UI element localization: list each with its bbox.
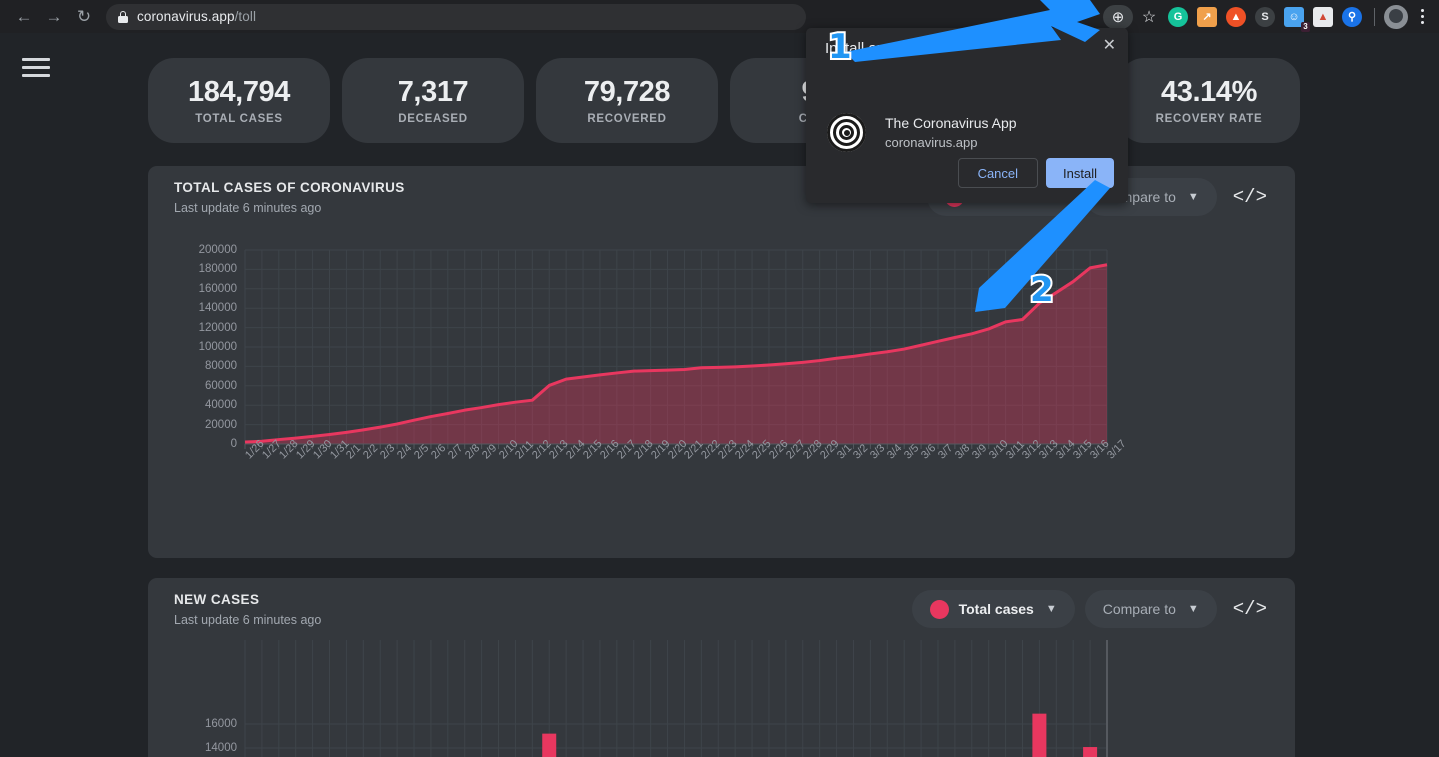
browser-actions: ⊕ ☆ G ↗ ▲ S ☺ 3 ▲ ⚲ [1103, 0, 1439, 33]
drive-extension-icon[interactable]: ▲ [1313, 6, 1333, 27]
chevron-down-icon: ▼ [1187, 191, 1199, 203]
navigation-buttons: ← → ↻ [0, 3, 98, 31]
stat-card-recovery-rate[interactable]: 43.14% RECOVERY RATE [1118, 58, 1300, 143]
y-axis-tick-label: 20000 [205, 418, 237, 431]
panel-total-cases: TOTAL CASES OF CORONAVIRUS Last update 6… [148, 166, 1295, 558]
profile-avatar[interactable] [1384, 4, 1408, 29]
search-extension-icon[interactable]: ⚲ [1342, 6, 1362, 27]
panel-header: NEW CASES Last update 6 minutes ago Tota… [148, 578, 1295, 640]
stat-value: 7,317 [397, 76, 469, 108]
annotation-number-2: 2 [1028, 268, 1056, 312]
stat-value: 184,794 [187, 76, 291, 108]
panel-new-cases: NEW CASES Last update 6 minutes ago Tota… [148, 578, 1295, 757]
url-path: /toll [234, 9, 257, 24]
install-button[interactable]: Install [1046, 158, 1114, 188]
page-content: 184,794 TOTAL CASES 7,317 DECEASED 79,72… [0, 33, 1439, 757]
stat-label: RECOVERY RATE [1155, 113, 1263, 125]
extension-badge-count: 3 [1301, 21, 1310, 32]
new-cases-chart[interactable]: 120001400016000 [148, 640, 1295, 757]
lock-icon [118, 10, 128, 23]
stat-value: 79,728 [583, 76, 671, 108]
series-color-dot [929, 599, 949, 619]
y-axis-tick-label: 140000 [198, 302, 237, 315]
y-axis-tick-label: 40000 [205, 399, 237, 412]
series-label: Total cases [958, 601, 1034, 617]
stat-card-total-cases[interactable]: 184,794 TOTAL CASES [148, 58, 330, 143]
y-axis-tick-label: 120000 [198, 321, 237, 334]
total-cases-chart[interactable]: 0 20000 40000 60000 80000 100000 120000 140000 1… [148, 228, 1295, 558]
chart-extension-icon[interactable]: ↗ [1197, 6, 1217, 27]
stat-card-recovered[interactable]: 79,728 RECOVERED [536, 58, 718, 143]
compare-label: Compare to [1102, 601, 1176, 617]
panel-title: TOTAL CASES OF CORONAVIRUS [174, 180, 405, 195]
annotation-label: 1 [826, 25, 854, 69]
panel-controls: Total cases ▼ Compare to ▼ </> [911, 590, 1273, 628]
stat-label: DECEASED [398, 113, 468, 125]
stat-card-deceased[interactable]: 7,317 DECEASED [342, 58, 524, 143]
dialog-app-name: The Coronavirus App [885, 115, 1017, 131]
flame-extension-icon[interactable]: ▲ [1226, 6, 1246, 27]
forward-icon[interactable]: → [40, 3, 68, 31]
ghost-extension-icon[interactable]: ☺ 3 [1284, 6, 1310, 32]
bookmark-star-icon[interactable]: ☆ [1136, 4, 1162, 30]
stat-label: TOTAL CASES [195, 113, 283, 125]
url-text: coronavirus.app/toll [137, 9, 256, 24]
grammarly-extension-icon[interactable]: G [1168, 6, 1188, 27]
toolbar-divider [1374, 7, 1375, 26]
y-axis-tick-label: 180000 [198, 263, 237, 276]
cancel-button[interactable]: Cancel [957, 158, 1039, 188]
y-axis-tick-label: 160000 [198, 282, 237, 295]
s-extension-icon[interactable]: S [1255, 6, 1275, 27]
chrome-menu-icon[interactable] [1411, 9, 1433, 24]
y-axis-tick-label: 16000 [205, 718, 237, 730]
annotation-label: 2 [1028, 268, 1056, 312]
install-app-icon[interactable]: ⊕ [1103, 4, 1133, 29]
browser-toolbar: ← → ↻ coronavirus.app/toll ⊕ ☆ G ↗ ▲ S ☺… [0, 0, 1439, 33]
coronavirus-app-icon [827, 113, 866, 152]
y-axis-tick-label: 0 [230, 438, 237, 450]
panel-subtitle: Last update 6 minutes ago [174, 201, 322, 215]
chevron-down-icon: ▼ [1045, 603, 1057, 615]
series-selector[interactable]: Total cases ▼ [911, 590, 1075, 628]
panel-title: NEW CASES [174, 592, 260, 607]
y-axis-tick-label: 14000 [205, 742, 237, 754]
chevron-down-icon: ▼ [1187, 603, 1199, 615]
back-icon[interactable]: ← [10, 3, 38, 31]
dialog-buttons: Cancel Install [957, 158, 1114, 188]
y-axis-tick-label: 60000 [205, 379, 237, 392]
url-domain: coronavirus.app [137, 9, 235, 24]
panel-subtitle: Last update 6 minutes ago [174, 613, 322, 627]
y-axis-tick-label: 100000 [198, 341, 237, 353]
compare-selector[interactable]: Compare to ▼ [1084, 590, 1217, 628]
close-icon[interactable]: ✕ [1103, 38, 1116, 54]
stat-value: 43.14% [1161, 76, 1257, 108]
embed-code-icon[interactable]: </> [1227, 598, 1273, 620]
reload-icon[interactable]: ↻ [70, 3, 98, 31]
install-app-dialog: Install app? ✕ The Coronavirus App coron… [806, 28, 1128, 203]
y-axis-tick-label: 200000 [198, 244, 237, 256]
address-bar[interactable]: coronavirus.app/toll [106, 3, 806, 30]
annotation-number-1: 1 [826, 25, 854, 69]
dialog-app-origin: coronavirus.app [885, 135, 978, 150]
hamburger-menu-icon[interactable] [22, 58, 50, 82]
y-axis-tick-label: 80000 [205, 360, 237, 373]
stat-label: RECOVERED [587, 113, 667, 125]
embed-code-icon[interactable]: </> [1227, 186, 1273, 208]
